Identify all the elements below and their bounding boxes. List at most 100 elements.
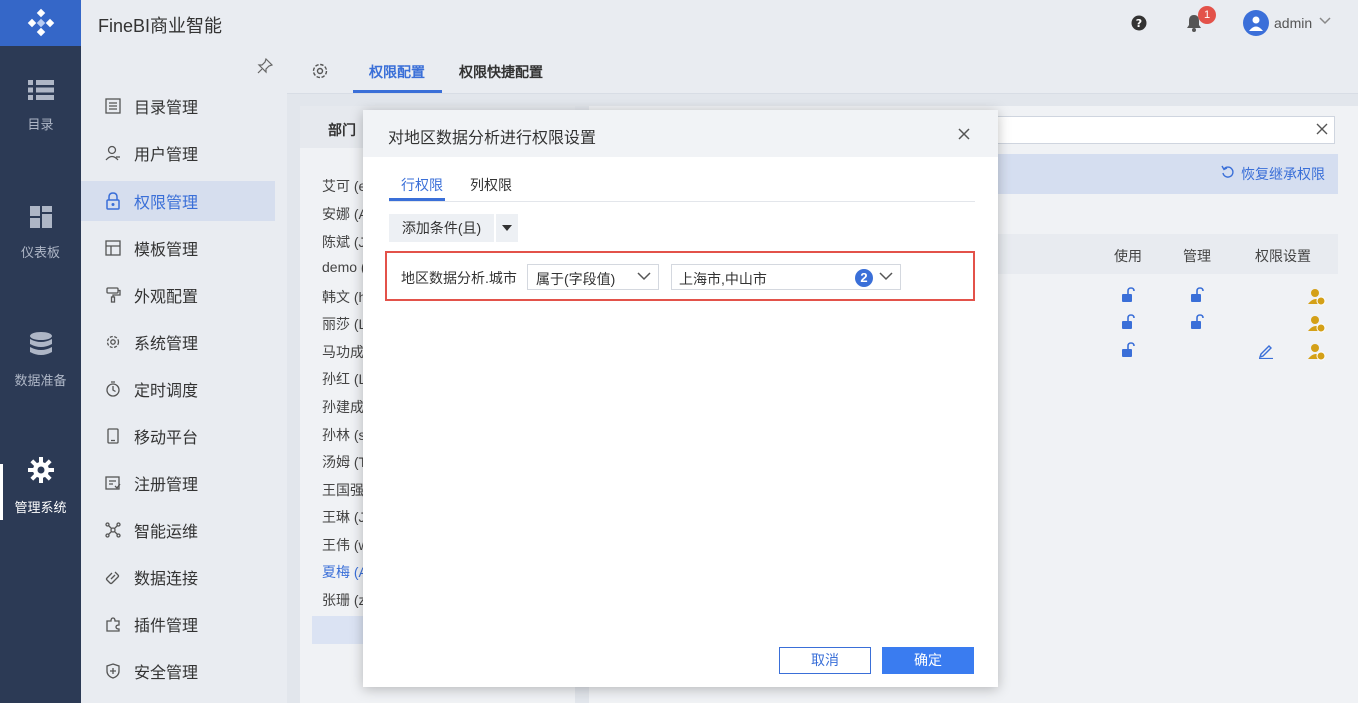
chevron-down-icon[interactable] xyxy=(1319,17,1331,25)
active-tab-indicator xyxy=(353,90,442,93)
avatar[interactable] xyxy=(1243,10,1269,36)
mobile-icon xyxy=(104,427,122,445)
tab-row-permission[interactable]: 行权限 xyxy=(401,175,443,195)
gear-icon xyxy=(27,456,54,483)
main-tabs-bar: 权限配置 权限快捷配置 xyxy=(287,46,1358,94)
sidebar-item-appearance[interactable]: 外观配置 xyxy=(81,275,275,315)
add-condition-button[interactable]: 添加条件(且) xyxy=(389,214,494,242)
condition-value-select[interactable]: 上海市,中山市 2 xyxy=(671,264,901,290)
app-rail: 目录 仪表板 数据准备 管理系统 xyxy=(0,0,81,703)
rail-item-label: 仪表板 xyxy=(20,244,60,260)
edit-icon[interactable] xyxy=(1258,343,1274,359)
settings-gear-icon[interactable] xyxy=(311,62,329,80)
rail-item-admin[interactable]: 管理系统 xyxy=(0,446,81,526)
sidebar-item-label: 外观配置 xyxy=(134,289,199,306)
user-permission-icon[interactable] xyxy=(1308,343,1326,361)
sidebar-item-label: 智能运维 xyxy=(134,524,199,541)
dialog-header: 对地区数据分析进行权限设置 xyxy=(363,110,998,157)
tab-column-permission[interactable]: 列权限 xyxy=(470,175,512,195)
condition-field: 地区数据分析.城市 xyxy=(401,270,517,286)
logo-icon xyxy=(27,8,54,37)
sidebar-item-plugins[interactable]: 插件管理 xyxy=(81,604,275,644)
app-logo[interactable] xyxy=(0,0,81,46)
unlock-icon[interactable] xyxy=(1121,287,1135,303)
restore-inherited-permission-button[interactable]: 恢复继承权限 xyxy=(1241,164,1325,184)
add-condition-dropdown[interactable] xyxy=(496,214,518,242)
sidebar-item-system[interactable]: 系统管理 xyxy=(81,322,275,362)
sidebar-item-users[interactable]: 用户管理 xyxy=(81,133,275,173)
user-avatar-icon xyxy=(1249,16,1263,31)
cancel-button[interactable]: 取消 xyxy=(779,647,871,674)
unlock-icon[interactable] xyxy=(1121,342,1135,358)
rail-item-label: 目录 xyxy=(27,116,54,132)
rail-item-label: 数据准备 xyxy=(14,372,67,388)
sidebar-item-registration[interactable]: 注册管理 xyxy=(81,463,275,503)
notification-badge: 1 xyxy=(1198,6,1216,24)
shield-icon xyxy=(104,662,122,680)
restore-icon[interactable] xyxy=(1221,165,1235,179)
chevron-down-icon xyxy=(637,272,651,281)
sidebar-item-ops[interactable]: 智能运维 xyxy=(81,510,275,550)
lock-icon xyxy=(104,192,122,210)
username[interactable]: admin xyxy=(1274,15,1312,31)
list-icon xyxy=(27,79,54,100)
sidebar-item-catalog[interactable]: 目录管理 xyxy=(81,86,275,126)
sidebar-item-security[interactable]: 安全管理 xyxy=(81,651,275,691)
rail-item-catalog[interactable]: 目录 xyxy=(0,66,81,146)
sidebar-item-label: 插件管理 xyxy=(134,618,199,635)
condition-operator-select[interactable]: 属于(字段值) xyxy=(527,264,659,290)
column-header-manage: 管理 xyxy=(1183,248,1211,264)
caret-down-icon xyxy=(502,225,512,231)
database-icon xyxy=(29,331,52,355)
selected-count-badge: 2 xyxy=(855,269,873,287)
unlock-icon[interactable] xyxy=(1121,314,1135,330)
dialog-title: 对地区数据分析进行权限设置 xyxy=(388,130,597,147)
rail-item-dashboard[interactable]: 仪表板 xyxy=(0,193,81,273)
department-title: 部门 xyxy=(328,122,356,138)
sidebar-item-label: 模板管理 xyxy=(134,242,199,259)
sidebar-item-label: 安全管理 xyxy=(134,665,199,682)
condition-value: 上海市,中山市 xyxy=(679,271,767,287)
help-icon[interactable]: ? xyxy=(1131,15,1147,31)
active-tab-indicator xyxy=(389,198,445,201)
confirm-button[interactable]: 确定 xyxy=(882,647,974,674)
sidebar-item-label: 注册管理 xyxy=(134,477,199,494)
rail-item-label: 管理系统 xyxy=(14,499,67,515)
register-icon xyxy=(104,474,122,492)
unlock-icon[interactable] xyxy=(1190,314,1204,330)
sidebar-item-scheduler[interactable]: 定时调度 xyxy=(81,369,275,409)
settings-icon xyxy=(104,333,122,351)
sidebar-item-label: 权限管理 xyxy=(134,195,199,212)
dashboard-icon xyxy=(29,205,52,228)
column-header-permission-settings: 权限设置 xyxy=(1255,248,1311,264)
close-icon[interactable] xyxy=(958,128,970,140)
sidebar-item-label: 移动平台 xyxy=(134,430,199,447)
rail-item-data-prep[interactable]: 数据准备 xyxy=(0,320,81,400)
user-permission-icon[interactable] xyxy=(1308,288,1326,306)
tab-permission-config[interactable]: 权限配置 xyxy=(369,62,425,82)
sidebar-item-label: 用户管理 xyxy=(134,147,199,164)
sidebar-item-mobile[interactable]: 移动平台 xyxy=(81,416,275,456)
clear-search-icon[interactable] xyxy=(1316,123,1328,135)
user-permission-icon[interactable] xyxy=(1308,315,1326,333)
condition-row: 地区数据分析.城市 属于(字段值) 上海市,中山市 2 xyxy=(385,251,975,301)
admin-sidebar: 目录管理 用户管理 权限管理 模板管理 外观配置 系统管理 定时调度 移动平台 … xyxy=(81,46,287,703)
link-icon xyxy=(104,568,122,586)
paint-icon xyxy=(104,286,122,304)
sidebar-item-label: 定时调度 xyxy=(134,383,199,400)
sidebar-item-connections[interactable]: 数据连接 xyxy=(81,557,275,597)
catalog-icon xyxy=(104,97,122,115)
unlock-icon[interactable] xyxy=(1190,287,1204,303)
user-icon xyxy=(104,144,122,162)
sidebar-item-permissions[interactable]: 权限管理 xyxy=(81,181,275,221)
tab-divider xyxy=(389,201,975,202)
pin-icon[interactable] xyxy=(257,58,273,74)
sidebar-item-templates[interactable]: 模板管理 xyxy=(81,228,275,268)
app-title: FineBI商业智能 xyxy=(98,16,223,36)
template-icon xyxy=(104,239,122,257)
timer-icon xyxy=(104,380,122,398)
condition-operator-value: 属于(字段值) xyxy=(536,271,616,287)
sidebar-item-label: 目录管理 xyxy=(134,100,199,117)
tab-permission-quick-config[interactable]: 权限快捷配置 xyxy=(459,62,543,82)
column-header-use: 使用 xyxy=(1114,248,1142,264)
